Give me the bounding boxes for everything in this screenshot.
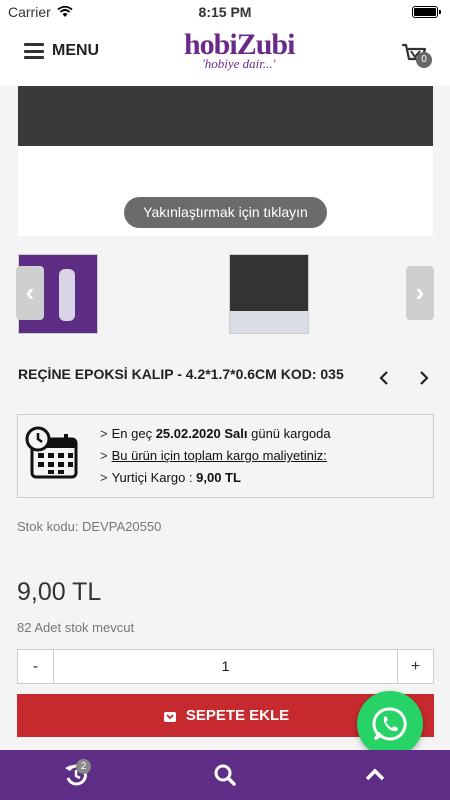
search-button[interactable]	[211, 762, 239, 790]
thumbnail-2[interactable]	[229, 254, 309, 334]
thumbnail-strip: ‹ ›	[0, 250, 450, 335]
thumbnail-next-button[interactable]: ›	[406, 266, 434, 320]
chevron-left-icon: ‹	[25, 277, 35, 307]
chevron-right-icon: ›	[415, 277, 425, 307]
chevron-left-icon	[379, 371, 388, 385]
hamburger-icon	[24, 43, 44, 59]
thumbnail-prev-button[interactable]: ‹	[16, 266, 44, 320]
search-icon	[214, 764, 236, 786]
product-image-photo	[18, 86, 433, 146]
menu-label: MENU	[52, 42, 100, 59]
whatsapp-icon	[372, 707, 407, 741]
ship-cost-line: > Yurtiçi Kargo : 9,00 TL	[100, 470, 241, 485]
calendar-clock-icon	[25, 426, 78, 479]
shipping-info-box: > En geç 25.02.2020 Salı günü kargoda > Bu…	[17, 414, 434, 498]
site-header: MENU hobiZubi 'hobiye dair...' 0	[0, 24, 450, 86]
quantity-minus-button[interactable]: -	[18, 650, 54, 683]
quantity-stepper: - 1 +	[17, 649, 434, 684]
stock-count: 82 Adet stok mevcut	[17, 620, 135, 635]
chevron-right-icon	[420, 371, 429, 385]
product-title: REÇİNE EPOKSİ KALIP - 4.2*1.7*0.6CM KOD:…	[18, 366, 344, 382]
caret-right-icon: >	[100, 470, 108, 485]
caret-right-icon: >	[100, 426, 108, 441]
ship-cost-link[interactable]: > Bu ürün için toplam kargo maliyetiniz:	[100, 445, 331, 467]
add-to-cart-label: SEPETE EKLE	[185, 707, 290, 724]
history-count-badge: 2	[76, 759, 91, 774]
status-time: 8:15 PM	[198, 4, 252, 20]
cart-count-badge: 0	[416, 52, 432, 68]
site-logo[interactable]: hobiZubi 'hobiye dair...'	[184, 28, 304, 84]
prev-product-button[interactable]	[378, 370, 390, 391]
battery-icon	[412, 6, 441, 18]
caret-right-icon: >	[100, 448, 108, 463]
product-navigation	[378, 370, 430, 391]
menu-button[interactable]: MENU	[24, 42, 99, 60]
quantity-input[interactable]: 1	[54, 650, 397, 683]
quantity-plus-button[interactable]: +	[397, 650, 433, 683]
status-bar: Carrier 8:15 PM	[0, 0, 450, 24]
ship-date-line: > En geç 25.02.2020 Salı günü kargoda	[100, 426, 331, 441]
stock-code: Stok kodu: DEVPA20550	[17, 519, 162, 534]
whatsapp-button[interactable]	[357, 691, 423, 757]
basket-icon	[163, 711, 176, 722]
next-product-button[interactable]	[418, 370, 430, 391]
bottom-nav-bar	[0, 750, 450, 800]
zoom-hint[interactable]: Yakınlaştırmak için tıklayın	[124, 197, 327, 228]
chevron-up-icon	[365, 768, 385, 781]
scroll-top-button[interactable]	[361, 762, 389, 790]
shipping-lines: > En geç 25.02.2020 Salı günü kargoda > Bu…	[100, 423, 331, 489]
product-price: 9,00 TL	[17, 578, 102, 606]
